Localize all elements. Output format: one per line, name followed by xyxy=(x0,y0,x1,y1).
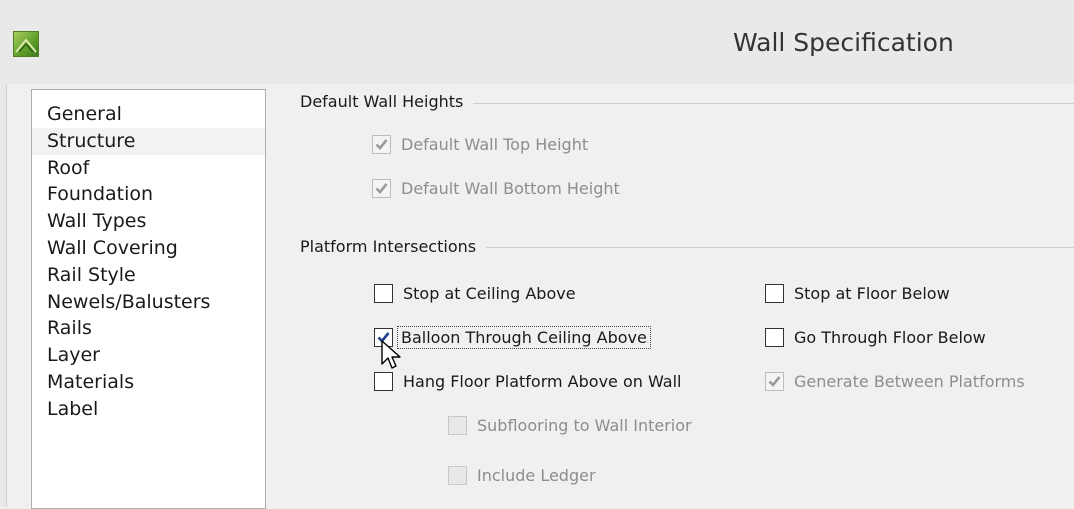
checkbox-box[interactable] xyxy=(374,372,393,391)
check-icon xyxy=(375,183,388,194)
checkbox-generate-between-platforms[interactable]: Generate Between Platforms xyxy=(765,372,1025,391)
check-icon xyxy=(375,139,388,150)
category-item-wall-covering[interactable]: Wall Covering xyxy=(32,235,265,262)
checkbox-box[interactable] xyxy=(765,328,784,347)
checkbox-hang-floor-platform-above-on-wall[interactable]: Hang Floor Platform Above on Wall xyxy=(374,372,681,391)
category-list[interactable]: General Structure Roof Foundation Wall T… xyxy=(31,89,266,509)
category-item-newels-balusters[interactable]: Newels/Balusters xyxy=(32,289,265,316)
checkbox-label: Subflooring to Wall Interior xyxy=(477,416,692,435)
checkbox-label: Include Ledger xyxy=(477,466,596,485)
checkbox-label: Default Wall Top Height xyxy=(401,135,589,154)
checkbox-box[interactable] xyxy=(448,416,467,435)
app-icon[interactable] xyxy=(13,31,39,57)
checkbox-box[interactable] xyxy=(372,135,391,154)
category-item-roof[interactable]: Roof xyxy=(32,155,265,182)
checkbox-label: Go Through Floor Below xyxy=(794,328,986,347)
checkbox-stop-at-ceiling-above[interactable]: Stop at Ceiling Above xyxy=(374,284,576,303)
checkbox-box[interactable] xyxy=(765,372,784,391)
checkbox-default-wall-top-height[interactable]: Default Wall Top Height xyxy=(372,135,588,154)
checkbox-box[interactable] xyxy=(765,284,784,303)
mouse-pointer-icon xyxy=(381,340,401,369)
checkbox-box[interactable] xyxy=(374,284,393,303)
window-title: Wall Specification xyxy=(733,28,954,57)
category-item-layer[interactable]: Layer xyxy=(32,342,265,369)
category-item-general[interactable]: General xyxy=(32,101,265,128)
title-bar: Wall Specification xyxy=(0,0,1074,85)
category-item-materials[interactable]: Materials xyxy=(32,369,265,396)
checkbox-stop-at-floor-below[interactable]: Stop at Floor Below xyxy=(765,284,950,303)
check-icon xyxy=(768,376,781,387)
category-item-rails[interactable]: Rails xyxy=(32,315,265,342)
checkbox-default-wall-bottom-height[interactable]: Default Wall Bottom Height xyxy=(372,179,620,198)
checkbox-go-through-floor-below[interactable]: Go Through Floor Below xyxy=(765,328,986,347)
checkbox-label: Generate Between Platforms xyxy=(794,372,1025,391)
checkbox-box[interactable] xyxy=(372,179,391,198)
checkbox-include-ledger[interactable]: Include Ledger xyxy=(448,466,596,485)
dialog-body: General Structure Roof Foundation Wall T… xyxy=(0,84,1074,509)
group-title-platform-intersections: Platform Intersections xyxy=(300,237,487,256)
checkbox-label: Default Wall Bottom Height xyxy=(401,179,620,198)
roof-logo-icon xyxy=(15,38,37,53)
category-item-foundation[interactable]: Foundation xyxy=(32,181,265,208)
category-item-structure[interactable]: Structure xyxy=(32,127,265,155)
window-left-edge xyxy=(0,84,7,507)
checkbox-label: Stop at Ceiling Above xyxy=(403,284,576,303)
checkbox-balloon-through-ceiling-above[interactable]: Balloon Through Ceiling Above xyxy=(374,326,651,349)
category-item-rail-style[interactable]: Rail Style xyxy=(32,262,265,289)
category-item-label[interactable]: Label xyxy=(32,396,265,423)
checkbox-label: Stop at Floor Below xyxy=(794,284,950,303)
checkbox-label: Balloon Through Ceiling Above xyxy=(397,326,651,349)
checkbox-box[interactable] xyxy=(448,466,467,485)
category-item-wall-types[interactable]: Wall Types xyxy=(32,208,265,235)
checkbox-label: Hang Floor Platform Above on Wall xyxy=(403,372,682,391)
group-title-default-wall-heights: Default Wall Heights xyxy=(300,92,474,111)
checkbox-subflooring-to-wall-interior[interactable]: Subflooring to Wall Interior xyxy=(448,416,692,435)
